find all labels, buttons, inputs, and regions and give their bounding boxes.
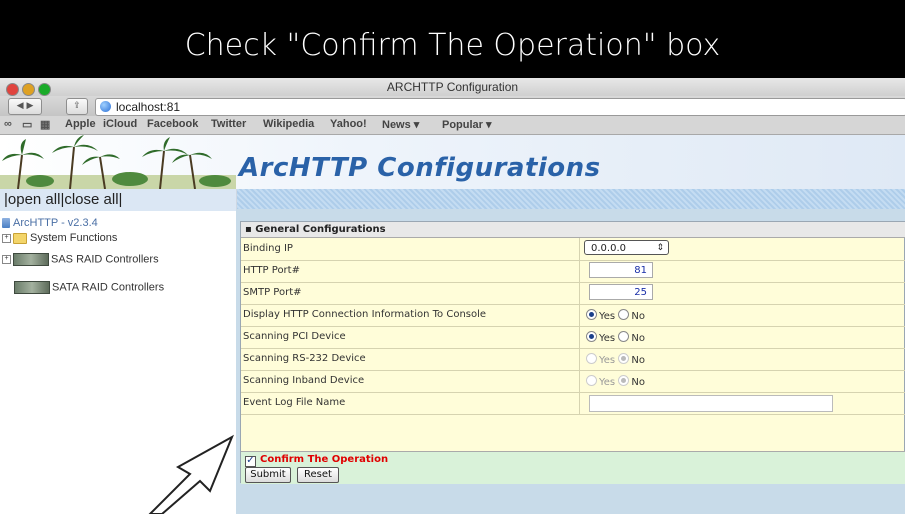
- field-label: HTTP Port#: [243, 265, 300, 276]
- radio-no[interactable]: [618, 353, 630, 364]
- tree-item-label: SATA RAID Controllers: [52, 281, 165, 294]
- radio-yes[interactable]: [586, 375, 597, 386]
- field-label: Event Log File Name: [243, 397, 346, 408]
- address-url[interactable]: localhost:81: [116, 100, 180, 114]
- app-banner: ArcHTTP Configurations: [0, 135, 905, 189]
- tree-item-sata-raid[interactable]: SATA RAID Controllers: [14, 281, 164, 294]
- radio-yes[interactable]: [586, 353, 597, 364]
- smtp-port-input[interactable]: 25: [589, 284, 653, 300]
- bookmark-news[interactable]: News ▾: [382, 118, 419, 131]
- share-button[interactable]: ⇪: [66, 98, 88, 115]
- palm-trees-image: [0, 135, 236, 189]
- section-header: ▪ General Configurations: [241, 222, 905, 238]
- expand-icon[interactable]: +: [2, 255, 11, 264]
- section-title: General Configurations: [255, 224, 386, 235]
- forward-icon[interactable]: ▶: [26, 101, 33, 111]
- binding-ip-select[interactable]: 0.0.0.0 ⇕: [584, 240, 669, 255]
- select-arrows-icon: ⇕: [656, 243, 664, 253]
- confirm-operation-row: ✓ Confirm The Operation: [241, 451, 905, 468]
- browser-toolbar: ◀ ▶ ⇪ localhost:81: [0, 96, 905, 116]
- event-log-file-input[interactable]: [589, 395, 833, 412]
- tree-item-label: System Functions: [30, 232, 118, 244]
- row-scan-pci: Scanning PCI Device Yes No: [241, 326, 905, 349]
- field-label: SMTP Port#: [243, 287, 302, 298]
- http-port-input[interactable]: 81: [589, 262, 653, 278]
- open-close-all-links[interactable]: |open all|close all|: [0, 189, 236, 211]
- pointer-arrow-icon: [148, 434, 234, 514]
- bookmark-yahoo[interactable]: Yahoo!: [330, 118, 367, 130]
- page-content: ArcHTTP Configurations |open all|close a…: [0, 135, 905, 514]
- confirm-checkbox[interactable]: ✓: [245, 456, 256, 467]
- field-label: Scanning RS-232 Device: [243, 353, 366, 364]
- tree-root[interactable]: ArcHTTP - v2.3.4: [2, 217, 98, 229]
- scan-pci-radio-group: Yes No: [586, 331, 645, 344]
- field-label: Binding IP: [243, 243, 293, 254]
- row-scan-rs232: Scanning RS-232 Device Yes No: [241, 348, 905, 371]
- browser-window: ARCHTTP Configuration ◀ ▶ ⇪ localhost:81…: [0, 78, 905, 514]
- reset-button[interactable]: Reset: [297, 467, 339, 483]
- globe-icon: [100, 101, 111, 112]
- back-forward-buttons[interactable]: ◀ ▶: [8, 98, 42, 115]
- tree-item-label: SAS RAID Controllers: [51, 253, 159, 266]
- radio-yes[interactable]: [586, 331, 597, 342]
- bookmark-wikipedia[interactable]: Wikipedia: [263, 118, 314, 130]
- radio-no[interactable]: [618, 375, 630, 386]
- tree-item-sas-raid[interactable]: + SAS RAID Controllers: [2, 253, 159, 266]
- row-smtp-port: SMTP Port# 25: [241, 282, 905, 305]
- radio-yes[interactable]: [586, 309, 597, 320]
- share-icon: ⇪: [73, 101, 81, 111]
- controller-card-icon: [14, 281, 50, 294]
- bookmark-apple[interactable]: Apple: [65, 118, 96, 130]
- bookmark-twitter[interactable]: Twitter: [211, 118, 246, 130]
- window-titlebar: ARCHTTP Configuration: [0, 78, 905, 96]
- button-row: Submit Reset: [241, 467, 905, 484]
- app-title: ArcHTTP Configurations: [239, 153, 601, 183]
- radio-no[interactable]: [618, 331, 630, 342]
- tree-root-label: ArcHTTP - v2.3.4: [13, 217, 98, 229]
- server-icon: [2, 218, 10, 229]
- scan-rs232-radio-group: Yes No: [586, 353, 645, 366]
- row-scan-inband: Scanning Inband Device Yes No: [241, 370, 905, 393]
- header-strip: [236, 189, 905, 209]
- bookmark-icloud[interactable]: iCloud: [103, 118, 137, 130]
- display-http-radio-group: Yes No: [586, 309, 645, 322]
- back-icon[interactable]: ◀: [17, 101, 24, 111]
- radio-no[interactable]: [618, 309, 630, 320]
- submit-button[interactable]: Submit: [245, 467, 291, 483]
- confirm-label[interactable]: Confirm The Operation: [260, 454, 388, 465]
- sidebar: |open all|close all| ArcHTTP - v2.3.4 + S…: [0, 189, 237, 514]
- main-panel: ▪ General Configurations Binding IP 0.0.…: [236, 209, 905, 514]
- expand-icon[interactable]: +: [2, 233, 11, 243]
- row-http-port: HTTP Port# 81: [241, 260, 905, 283]
- window-title: ARCHTTP Configuration: [386, 80, 519, 94]
- row-binding-ip: Binding IP 0.0.0.0 ⇕: [241, 238, 905, 261]
- bookmark-facebook[interactable]: Facebook: [147, 118, 198, 130]
- reading-list-icon[interactable]: ∞: [4, 118, 12, 130]
- field-label: Scanning PCI Device: [243, 331, 346, 342]
- scan-inband-radio-group: Yes No: [586, 375, 645, 388]
- field-label: Display HTTP Connection Information To C…: [243, 309, 487, 320]
- binding-ip-value: 0.0.0.0: [591, 243, 626, 254]
- tree-item-system-functions[interactable]: + System Functions: [2, 232, 117, 244]
- bookmark-popular[interactable]: Popular ▾: [442, 118, 492, 131]
- tutorial-caption: Check "Confirm The Operation" box: [0, 0, 905, 80]
- top-sites-grid-icon[interactable]: ▦: [40, 118, 50, 131]
- row-event-log: Event Log File Name: [241, 392, 905, 415]
- general-config-form: ▪ General Configurations Binding IP 0.0.…: [240, 221, 905, 484]
- controller-card-icon: [13, 253, 49, 266]
- folder-icon: [13, 232, 27, 244]
- bookmarks-bar: ∞ ▭ ▦ Apple iCloud Facebook Twitter Wiki…: [0, 116, 905, 135]
- row-display-http: Display HTTP Connection Information To C…: [241, 304, 905, 327]
- address-bar[interactable]: localhost:81: [95, 98, 905, 116]
- bookmarks-book-icon[interactable]: ▭: [22, 118, 32, 131]
- field-label: Scanning Inband Device: [243, 375, 365, 386]
